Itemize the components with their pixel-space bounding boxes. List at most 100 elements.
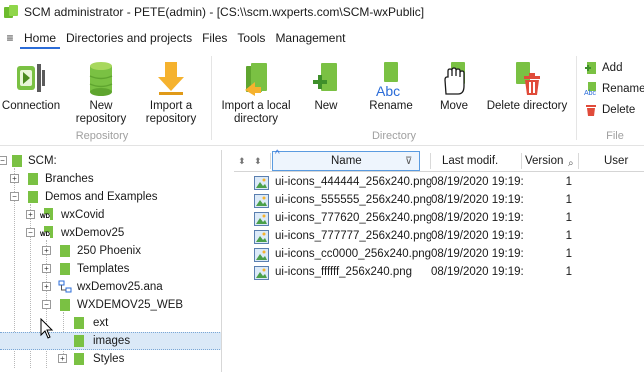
sort-ascending-icon: ^ [275,149,280,160]
image-file-icon [254,266,269,280]
import-local-label-2: directory [233,113,279,125]
project-badge: WD [40,232,50,239]
file-name-cell: ui-icons_ffffff_256x240.png [275,266,413,278]
version-cell: 1 [565,212,572,224]
delete-directory-button[interactable]: Delete directory [484,58,570,113]
rename-icon: Abc [366,58,416,99]
last-modified-cell: 08/19/2020 19:19: [431,176,524,188]
search-icon[interactable]: ⌕ [568,153,574,175]
tab-directories-and-projects[interactable]: Directories and projects [62,27,196,49]
directory-tree: − SCM: + Branches − Demos and Examples +… [0,150,222,372]
import-repository-label-2: repository [145,113,197,125]
import-repository-button[interactable]: Import a repository [140,58,202,126]
connection-button[interactable]: Connection [0,58,62,113]
file-delete-button[interactable]: Delete [584,102,635,118]
rename-icon-text: Abc [375,83,402,99]
last-modified-cell: 08/19/2020 19:19: [431,230,524,242]
table-row[interactable]: ui-icons_ffffff_256x240.png 08/19/2020 1… [234,264,644,282]
table-row[interactable]: ui-icons_777777_256x240.png 08/19/2020 1… [234,228,644,246]
tree-item-label: SCM: [28,155,57,167]
rename-directory-button[interactable]: Abc Rename [366,58,416,113]
folder-icon [28,173,38,185]
collapse-icon[interactable]: − [26,228,35,237]
tree-item-templates[interactable]: + Templates [0,260,221,278]
tree-item-label: wxDemov25 [61,227,125,239]
tree-item-wxdemov25-web[interactable]: − WXDEMOV25_WEB [0,296,221,314]
expand-icon[interactable]: + [42,264,51,273]
delete-directory-label: Delete directory [486,100,568,112]
project-badge: WD [40,214,50,221]
repository-icon [12,155,22,167]
move-directory-button[interactable]: Move [430,58,478,113]
hamburger-menu-icon[interactable]: ≡ [0,31,20,45]
panel-splitter[interactable] [222,150,234,372]
tree-item-label: Styles [93,353,125,365]
file-rename-button[interactable]: Abc Rename [584,81,644,97]
new-repository-label-1: New [89,100,113,112]
last-modified-cell: 08/19/2020 19:19: [431,194,524,206]
tree-item-label: Branches [45,173,94,185]
expand-icon[interactable]: + [42,246,51,255]
tree-item-250-phoenix[interactable]: + 250 Phoenix [0,242,221,260]
table-row[interactable]: ui-icons_555555_256x240.png 08/19/2020 1… [234,192,644,210]
folder-icon [60,245,70,257]
trash-icon [586,105,596,116]
arrow-down-icon [158,62,184,95]
tree-item-scm[interactable]: − SCM: [0,152,221,170]
tab-tools[interactable]: Tools [233,27,269,49]
new-repository-button[interactable]: New repository [70,58,132,126]
file-add-button[interactable]: Add [584,60,622,76]
tab-home[interactable]: Home [20,27,61,49]
expand-icon[interactable]: + [42,282,51,291]
file-add-label: Add [602,62,623,74]
version-cell: 1 [565,266,572,278]
version-cell: 1 [565,176,572,188]
column-last-modified-header[interactable]: Last modif. [442,150,498,172]
collapse-icon[interactable]: − [42,300,51,309]
table-row[interactable]: ui-icons_777620_256x240.png 08/19/2020 1… [234,210,644,228]
tab-management[interactable]: Management [271,27,349,49]
column-user-header[interactable]: User [604,150,628,172]
import-local-directory-button[interactable]: Import a local directory [216,58,296,126]
version-cell: 1 [565,230,572,242]
tree-item-branches[interactable]: + Branches [0,170,221,188]
tree-item-label: Templates [77,263,130,275]
project-icon: WD [40,226,54,240]
expand-icon[interactable]: + [10,174,19,183]
collapse-icon[interactable]: − [10,192,19,201]
expand-icon[interactable]: + [26,210,35,219]
tree-item-label: wxDemov25.ana [77,281,163,293]
filter-icon[interactable]: ⊽ [405,156,412,167]
folder-icon [74,317,84,329]
tree-item-wxdemov25-ana[interactable]: + wxDemov25.ana [0,278,221,296]
mouse-cursor-icon [40,318,54,339]
tree-item-images[interactable]: images [0,332,221,350]
column-name-label: Name [331,155,362,167]
tab-files[interactable]: Files [198,27,231,49]
table-row[interactable]: ui-icons_cc0000_256x240.png 08/19/2020 1… [234,246,644,264]
folder-plus-icon [313,63,337,91]
import-local-label-1: Import a local [221,100,291,112]
tree-item-ext[interactable]: ext [0,314,221,332]
tree-item-wxdemov25[interactable]: − WD wxDemov25 [0,224,221,242]
column-version-header[interactable]: Version [525,150,563,172]
add-file-icon [585,62,596,74]
folder-icon [28,191,38,203]
folder-icon [74,335,84,347]
image-file-icon [254,248,269,262]
expand-icon[interactable]: + [58,354,67,363]
column-name-header[interactable]: ^ Name ⊽ [272,149,420,171]
column-type-header[interactable]: ⬍ [254,150,262,172]
app-logo-icon [4,5,18,19]
image-file-icon [254,230,269,244]
table-row[interactable]: ui-icons_444444_256x240.png 08/19/2020 1… [234,174,644,192]
column-status-header[interactable]: ⬍ [238,150,246,172]
new-directory-button[interactable]: New [306,58,346,113]
group-label-repository: Repository [75,130,129,142]
collapse-icon[interactable]: − [0,156,7,165]
tree-item-wxcovid[interactable]: + WD wxCovid [0,206,221,224]
tree-item-demos-and-examples[interactable]: − Demos and Examples [0,188,221,206]
title-bar: SCM administrator - PETE(admin) - [CS:\\… [0,0,644,24]
tree-item-label: Demos and Examples [45,191,158,203]
tree-item-styles[interactable]: + Styles [0,350,221,368]
